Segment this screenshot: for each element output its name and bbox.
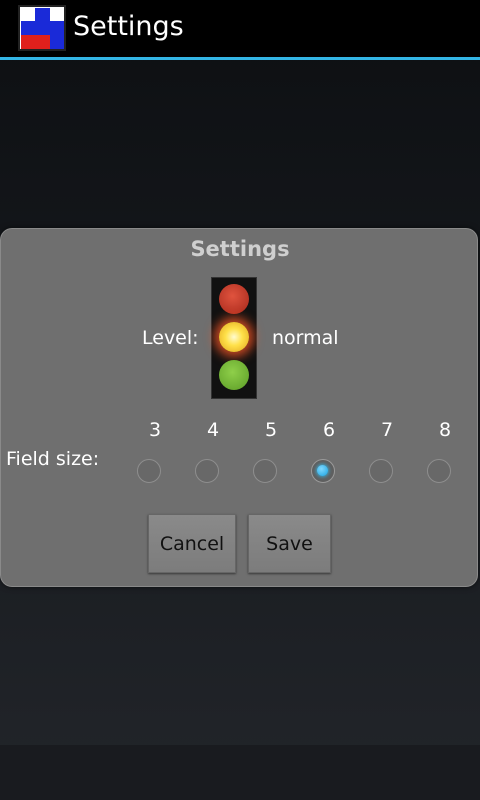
- settings-dialog: Settings Level: normal Field size: 3 4 5…: [0, 228, 478, 587]
- app-logo-icon[interactable]: [18, 5, 66, 51]
- field-size-radio-6[interactable]: [311, 459, 335, 483]
- yellow-lamp-icon: [219, 322, 249, 352]
- cancel-button[interactable]: Cancel: [148, 514, 236, 573]
- field-size-option-label: 8: [438, 419, 452, 441]
- action-bar: Settings: [0, 0, 480, 60]
- field-size-option-label: 3: [148, 419, 162, 441]
- field-size-radio-8[interactable]: [427, 459, 451, 483]
- settings-screen: Settings Settings Level: normal Field si…: [0, 0, 480, 800]
- field-size-label: Field size:: [6, 448, 100, 470]
- red-lamp-icon: [219, 284, 249, 314]
- field-size-radio-3[interactable]: [137, 459, 161, 483]
- action-bar-title: Settings: [73, 11, 184, 42]
- field-size-radio-5[interactable]: [253, 459, 277, 483]
- dialog-title: Settings: [190, 237, 290, 261]
- radio-selected-dot: [317, 465, 328, 476]
- level-value: normal: [272, 327, 339, 349]
- field-size-option-label: 5: [264, 419, 278, 441]
- field-size-option-label: 4: [206, 419, 220, 441]
- field-size-option-label: 7: [380, 419, 394, 441]
- save-button[interactable]: Save: [248, 514, 331, 573]
- green-lamp-icon: [219, 360, 249, 390]
- field-size-radio-7[interactable]: [369, 459, 393, 483]
- traffic-light-level-icon[interactable]: [211, 277, 257, 399]
- level-label: Level:: [142, 327, 199, 349]
- field-size-radio-4[interactable]: [195, 459, 219, 483]
- field-size-option-label: 6: [322, 419, 336, 441]
- background-band: [0, 745, 480, 800]
